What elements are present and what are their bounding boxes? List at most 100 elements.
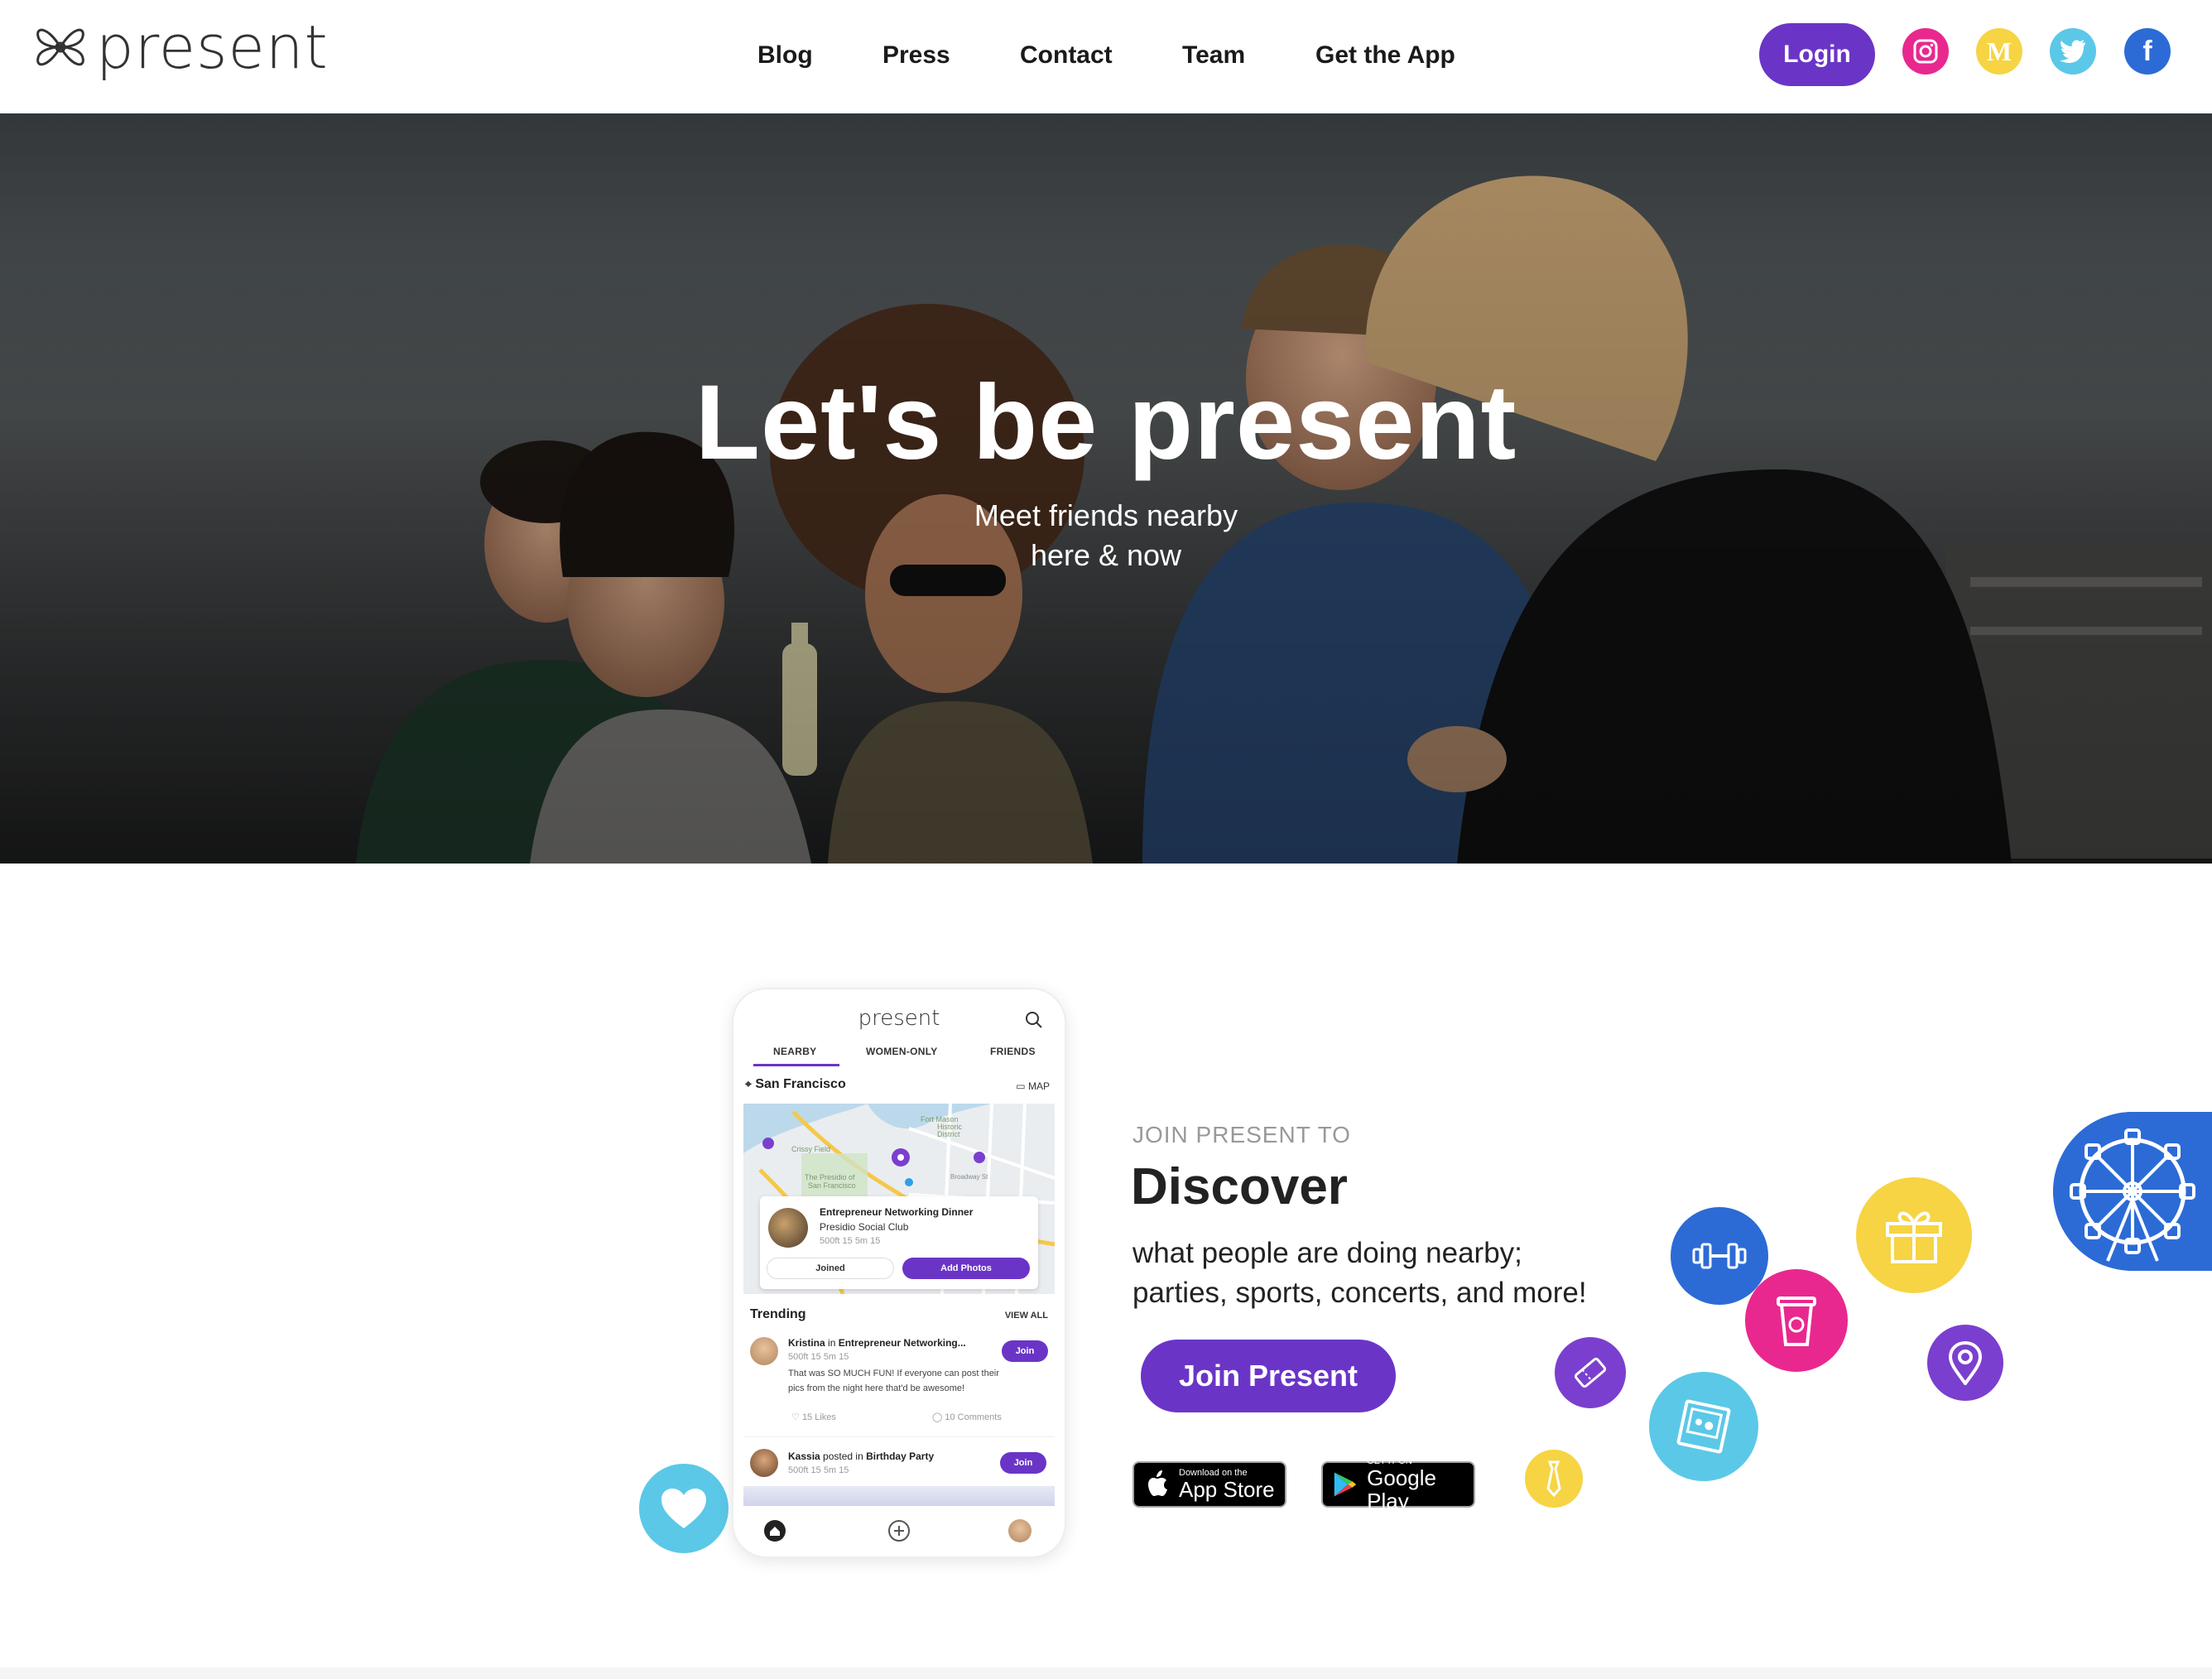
brand-name: present bbox=[96, 12, 329, 82]
post-text-line-2: pics from the night here that'd be aweso… bbox=[788, 1383, 965, 1393]
comment-icon: ◯ bbox=[932, 1412, 943, 1422]
event-venue: Presidio Social Club bbox=[820, 1221, 909, 1233]
nav-contact[interactable]: Contact bbox=[1020, 41, 1113, 70]
trending-heading: Trending bbox=[750, 1307, 806, 1321]
medium-link[interactable]: M bbox=[1976, 28, 2022, 75]
post-header: Kristina in Entrepreneur Networking... bbox=[788, 1337, 966, 1349]
hero-subtitle-line-2: here & now bbox=[1030, 538, 1182, 572]
gift-bubble bbox=[1856, 1177, 1972, 1293]
hero-banner: Let's be present Meet friends nearby her… bbox=[0, 113, 2212, 864]
nav-team[interactable]: Team bbox=[1182, 41, 1245, 70]
comments-count[interactable]: ◯ 10 Comments bbox=[932, 1412, 1002, 1422]
hero-photo bbox=[0, 113, 2212, 864]
discover-description-line-1: what people are doing nearby; bbox=[1132, 1237, 1522, 1269]
add-icon[interactable] bbox=[887, 1519, 911, 1542]
avatar bbox=[750, 1449, 778, 1477]
tie-icon bbox=[1546, 1460, 1561, 1497]
likes-count[interactable]: ♡ 15 Likes bbox=[791, 1412, 836, 1422]
post-event: Birthday Party bbox=[866, 1450, 935, 1462]
view-all-link[interactable]: VIEW ALL bbox=[1005, 1311, 1048, 1321]
map-label-sf: San Francisco bbox=[808, 1181, 856, 1190]
phone-app-title: present bbox=[858, 1006, 940, 1031]
instagram-link[interactable] bbox=[1902, 28, 1949, 75]
location-pin-icon bbox=[1948, 1340, 1983, 1385]
joined-button[interactable]: Joined bbox=[767, 1258, 894, 1279]
ticket-bubble bbox=[1555, 1337, 1626, 1408]
nav-get-the-app[interactable]: Get the App bbox=[1315, 41, 1455, 70]
pin-icon: ⌖ bbox=[745, 1077, 752, 1090]
google-play-big-text: Google Play bbox=[1367, 1465, 1436, 1513]
post-header: Kassia posted in Birthday Party bbox=[788, 1450, 934, 1462]
nav-blog[interactable]: Blog bbox=[757, 41, 813, 70]
add-photos-button[interactable]: Add Photos bbox=[902, 1258, 1030, 1279]
discover-description: what people are doing nearby; parties, s… bbox=[1132, 1234, 1587, 1313]
brand-logo[interactable]: present bbox=[31, 12, 329, 82]
post-meta: 500ft 15 5m 15 bbox=[788, 1465, 849, 1475]
map-label-broadway: Broadway St bbox=[950, 1173, 988, 1181]
fitness-bubble bbox=[1671, 1207, 1768, 1305]
photo-frame-icon bbox=[1676, 1399, 1731, 1454]
discover-description-line-2: parties, sports, concerts, and more! bbox=[1132, 1277, 1587, 1309]
ferris-wheel-bubble bbox=[2053, 1112, 2212, 1271]
location-text: San Francisco bbox=[755, 1077, 846, 1091]
discover-heading: Discover bbox=[1131, 1158, 1348, 1215]
heart-icon bbox=[661, 1489, 706, 1528]
facebook-link[interactable]: f bbox=[2124, 28, 2171, 75]
join-post-button[interactable]: Join bbox=[1002, 1340, 1048, 1362]
phone-mockup: present NEARBY WOMEN-ONLY FRIENDS ⌖ San … bbox=[733, 989, 1065, 1556]
photos-bubble bbox=[1649, 1372, 1758, 1481]
avatar bbox=[750, 1337, 778, 1365]
footer-edge bbox=[0, 1667, 2212, 1679]
event-meta: 500ft 15 5m 15 bbox=[820, 1236, 881, 1246]
event-title: Entrepreneur Networking Dinner bbox=[820, 1206, 974, 1218]
login-button[interactable]: Login bbox=[1759, 23, 1875, 86]
google-play-icon bbox=[1334, 1472, 1357, 1497]
map-label-district: District bbox=[937, 1130, 960, 1138]
facebook-icon: f bbox=[2142, 35, 2152, 67]
join-present-button[interactable]: Join Present bbox=[1141, 1340, 1396, 1412]
map-link-text: MAP bbox=[1027, 1080, 1050, 1092]
twitter-icon bbox=[2060, 40, 2085, 63]
profile-avatar[interactable] bbox=[1008, 1519, 1031, 1542]
divider bbox=[743, 1436, 1055, 1437]
post-text-line-1: That was SO MUCH FUN! If everyone can po… bbox=[788, 1369, 999, 1378]
event-thumbnail bbox=[768, 1208, 808, 1248]
post-author: Kristina bbox=[788, 1337, 825, 1349]
tab-nearby[interactable]: NEARBY bbox=[773, 1046, 816, 1057]
gift-icon bbox=[1886, 1211, 1942, 1263]
site-header: present Blog Press Contact Team Get the … bbox=[0, 0, 2212, 113]
map-link[interactable]: ▭ MAP bbox=[1016, 1080, 1050, 1092]
medium-icon: M bbox=[1986, 36, 2012, 66]
dumbbell-icon bbox=[1692, 1243, 1747, 1269]
join-post-button[interactable]: Join bbox=[1000, 1452, 1046, 1474]
tab-women-only[interactable]: WOMEN-ONLY bbox=[866, 1046, 938, 1057]
comments-text: 10 Comments bbox=[945, 1412, 1002, 1422]
tab-friends[interactable]: FRIENDS bbox=[990, 1046, 1036, 1057]
google-play-button[interactable]: GET IT ON Google Play bbox=[1321, 1456, 1475, 1513]
app-store-button[interactable]: Download on the App Store bbox=[1132, 1461, 1286, 1508]
trending-post[interactable]: Kristina in Entrepreneur Networking... 5… bbox=[733, 1329, 1065, 1436]
search-icon[interactable] bbox=[1025, 1011, 1043, 1029]
coffee-cup-icon bbox=[1777, 1297, 1816, 1346]
hero-subtitle-line-1: Meet friends nearby bbox=[974, 498, 1238, 532]
tab-active-indicator bbox=[753, 1064, 839, 1066]
post-connector: in bbox=[828, 1337, 836, 1349]
heart-bubble bbox=[639, 1464, 729, 1553]
likes-text: 15 Likes bbox=[801, 1412, 836, 1422]
app-store-big-text: App Store bbox=[1179, 1477, 1275, 1502]
location-bubble bbox=[1927, 1325, 2003, 1401]
twitter-link[interactable] bbox=[2050, 28, 2096, 75]
location-label[interactable]: ⌖ San Francisco bbox=[745, 1077, 846, 1092]
phone-tabs: NEARBY WOMEN-ONLY FRIENDS bbox=[742, 1046, 1056, 1070]
ticket-icon bbox=[1574, 1357, 1607, 1388]
coffee-bubble bbox=[1745, 1269, 1848, 1372]
post-connector: posted in bbox=[823, 1450, 863, 1462]
post-event: Entrepreneur Networking... bbox=[838, 1337, 966, 1349]
hero-title: Let's be present bbox=[695, 363, 1517, 482]
nav-press[interactable]: Press bbox=[882, 41, 950, 70]
apple-icon bbox=[1148, 1470, 1167, 1496]
map-icon: ▭ bbox=[1016, 1080, 1026, 1092]
home-icon[interactable] bbox=[763, 1519, 786, 1542]
discover-eyebrow: JOIN PRESENT TO bbox=[1132, 1122, 1351, 1147]
event-card[interactable]: Entrepreneur Networking Dinner Presidio … bbox=[760, 1196, 1038, 1289]
